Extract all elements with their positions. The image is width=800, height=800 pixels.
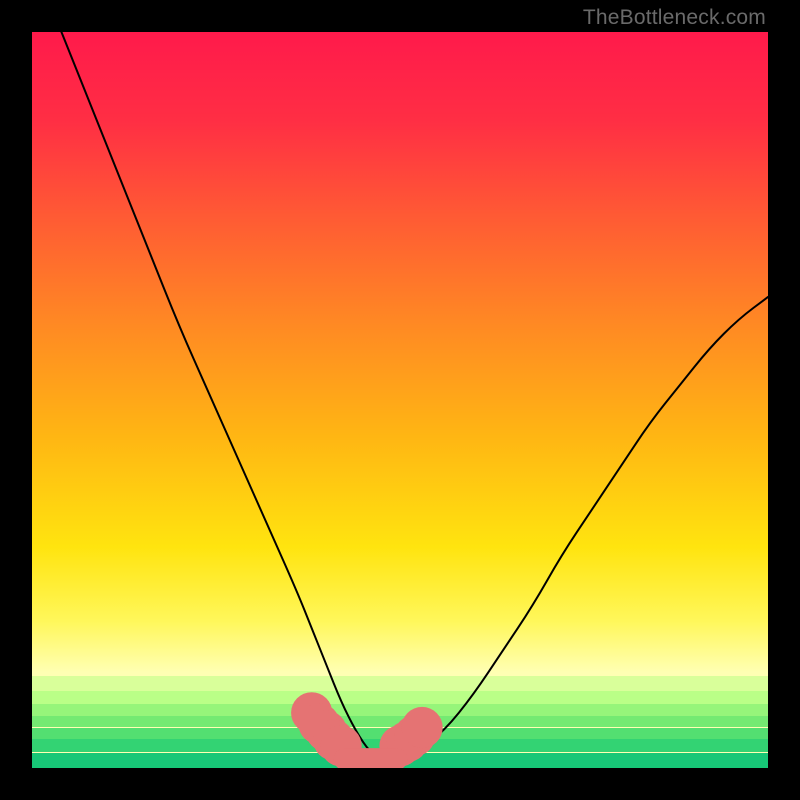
bottleneck-curve [61, 32, 768, 761]
watermark-text: TheBottleneck.com [583, 6, 766, 30]
cluster-dot [401, 707, 442, 748]
chart-svg [32, 32, 768, 768]
chart-frame: TheBottleneck.com [0, 0, 800, 800]
plot-area [32, 32, 768, 768]
